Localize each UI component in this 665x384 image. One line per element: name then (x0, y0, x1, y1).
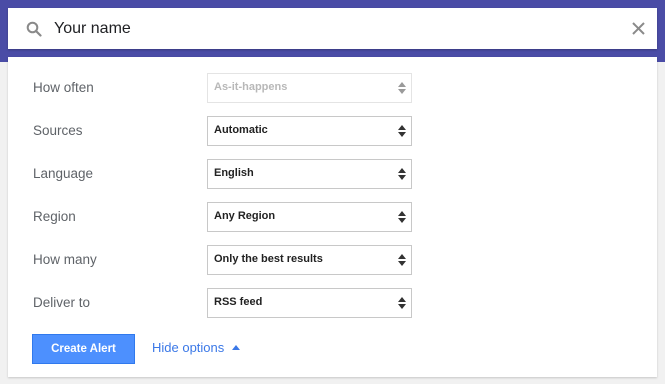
create-alert-button[interactable]: Create Alert (32, 334, 135, 364)
option-row-how-many: How many Only the best results (8, 245, 657, 275)
region-select[interactable]: Any Region (207, 202, 412, 232)
sources-select[interactable]: Automatic (207, 116, 412, 146)
caret-up-icon (232, 345, 241, 350)
region-value: Any Region (214, 210, 276, 222)
close-icon[interactable] (630, 20, 647, 37)
option-row-region: Region Any Region (8, 202, 657, 232)
how-many-select[interactable]: Only the best results (207, 245, 412, 275)
select-arrows-icon (398, 254, 406, 266)
deliver-to-value: RSS feed (214, 296, 263, 308)
how-often-select: As-it-happens (207, 73, 412, 103)
search-icon (26, 21, 42, 37)
sources-value: Automatic (214, 124, 268, 136)
option-row-language: Language English (8, 159, 657, 189)
language-label: Language (33, 166, 94, 181)
option-row-deliver-to: Deliver to RSS feed (8, 288, 657, 318)
select-arrows-icon (398, 211, 406, 223)
select-arrows-icon (398, 297, 406, 309)
region-label: Region (33, 209, 76, 224)
language-select[interactable]: English (207, 159, 412, 189)
option-row-sources: Sources Automatic (8, 116, 657, 146)
how-many-value: Only the best results (214, 253, 323, 265)
select-arrows-icon (398, 168, 406, 180)
hide-options-link[interactable]: Hide options (152, 340, 241, 355)
select-arrows-icon (398, 82, 406, 94)
hide-options-label: Hide options (152, 340, 225, 355)
deliver-to-select[interactable]: RSS feed (207, 288, 412, 318)
how-often-value: As-it-happens (214, 81, 288, 93)
how-many-label: How many (33, 252, 97, 267)
language-value: English (214, 167, 254, 179)
search-bar (8, 8, 657, 49)
search-input[interactable] (54, 8, 614, 49)
sources-label: Sources (33, 123, 83, 138)
deliver-to-label: Deliver to (33, 295, 91, 310)
alert-options-panel: How often As-it-happens Sources Automati… (8, 57, 657, 377)
option-row-how-often: How often As-it-happens (8, 73, 657, 103)
select-arrows-icon (398, 125, 406, 137)
how-often-label: How often (33, 80, 94, 95)
